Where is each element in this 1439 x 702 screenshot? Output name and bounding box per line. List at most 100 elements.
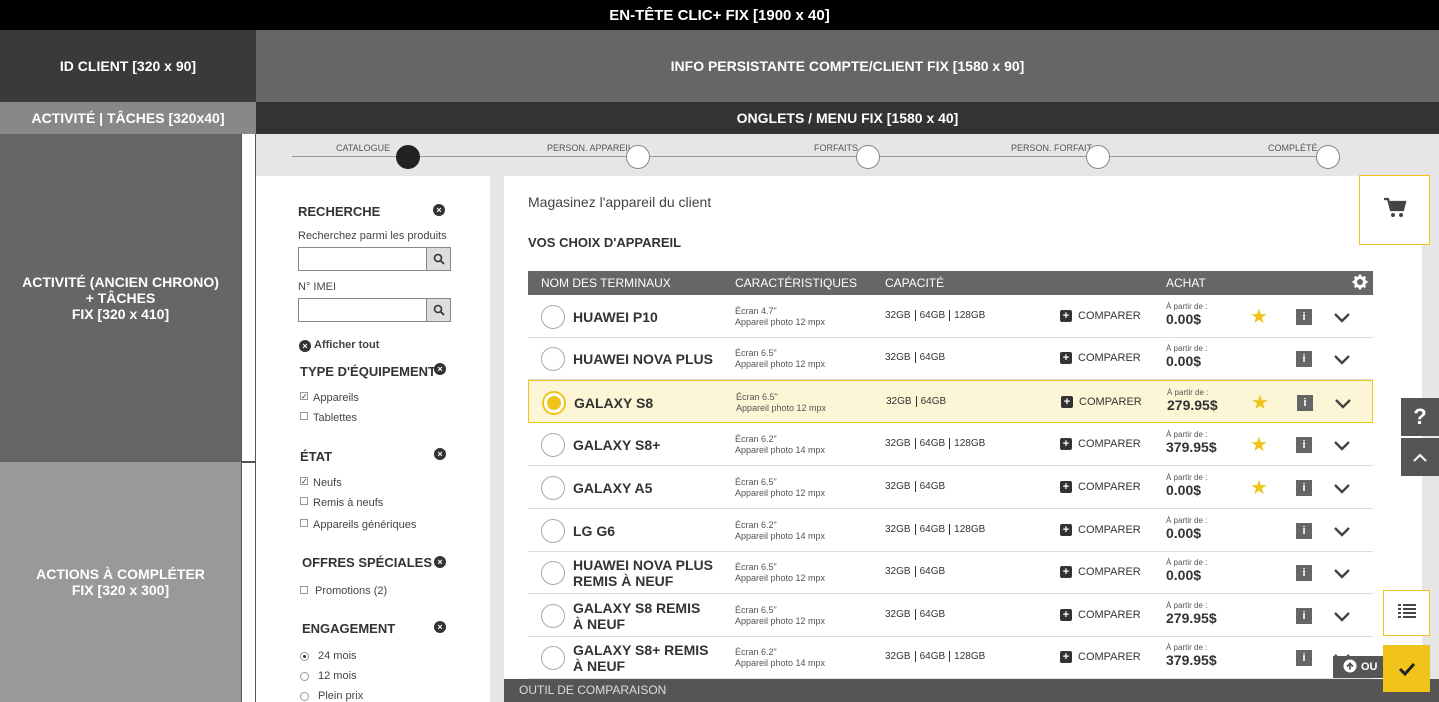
star-icon[interactable]: ★: [1250, 432, 1268, 457]
step-person-forfait[interactable]: [1086, 145, 1110, 169]
compare-button[interactable]: + COMPARER: [1060, 310, 1141, 322]
checkbox-tablettes[interactable]: [300, 412, 308, 420]
clear-equipment-icon[interactable]: ×: [434, 363, 446, 375]
imei-search-icon[interactable]: [426, 299, 450, 321]
chevron-down-icon[interactable]: [1334, 481, 1350, 497]
compare-button[interactable]: + COMPARER: [1060, 352, 1141, 364]
table-row[interactable]: HUAWEI NOVA PLUS Écran 6.5" Appareil photo…: [528, 338, 1373, 380]
row-select-radio[interactable]: [541, 561, 565, 585]
capacity-option[interactable]: 64GB: [920, 524, 946, 535]
capacity-option[interactable]: 32GB: [885, 566, 911, 577]
clear-offers-icon[interactable]: ×: [434, 556, 446, 568]
capacity-option[interactable]: 64GB: [920, 352, 946, 363]
table-row[interactable]: LG G6 Écran 6.2" Appareil photo 14 mpx 32GB…: [528, 509, 1373, 552]
capacity-option[interactable]: 64GB: [920, 651, 946, 662]
show-all-link[interactable]: Afficher tout: [314, 339, 379, 351]
capacity-option[interactable]: 64GB: [921, 396, 947, 407]
info-icon[interactable]: i: [1296, 480, 1312, 496]
info-icon[interactable]: i: [1296, 351, 1312, 367]
capacity-option[interactable]: 64GB: [920, 566, 946, 577]
capacity-option[interactable]: 32GB: [885, 352, 911, 363]
info-icon[interactable]: i: [1296, 523, 1312, 539]
table-row[interactable]: GALAXY S8 REMIS À NEUF Écran 6.5" Appareil …: [528, 594, 1373, 637]
step-complete[interactable]: [1316, 145, 1340, 169]
info-icon[interactable]: i: [1296, 650, 1312, 666]
compare-button[interactable]: + COMPARER: [1060, 438, 1141, 450]
clear-state-icon[interactable]: ×: [434, 448, 446, 460]
chevron-down-icon[interactable]: [1334, 566, 1350, 582]
activity-tasks-tab[interactable]: ACTIVITÉ | TÂCHES [320x40]: [0, 102, 256, 134]
table-row[interactable]: HUAWEI NOVA PLUS REMIS À NEUF Écran 6.5" Ap…: [528, 552, 1373, 594]
clear-engagement-icon[interactable]: ×: [434, 621, 446, 633]
row-select-radio[interactable]: [541, 646, 565, 670]
capacity-option[interactable]: 32GB: [886, 396, 912, 407]
info-icon[interactable]: i: [1296, 608, 1312, 624]
capacity-option[interactable]: 128GB: [954, 651, 985, 662]
compare-button[interactable]: + COMPARER: [1060, 651, 1141, 663]
info-icon[interactable]: i: [1296, 565, 1312, 581]
info-icon[interactable]: i: [1296, 309, 1312, 325]
compare-button[interactable]: + COMPARER: [1060, 524, 1141, 536]
show-all-icon[interactable]: ×: [299, 340, 311, 352]
checkbox-remis-a-neufs[interactable]: [300, 497, 308, 505]
table-row[interactable]: GALAXY A5 Écran 6.5" Appareil photo 12 mpx…: [528, 466, 1373, 509]
capacity-option[interactable]: 32GB: [885, 651, 911, 662]
product-search-input[interactable]: [298, 247, 451, 271]
settings-gear-icon[interactable]: [1352, 274, 1368, 293]
capacity-option[interactable]: 64GB: [920, 609, 946, 620]
step-forfaits[interactable]: [856, 145, 880, 169]
compare-tool-bar[interactable]: OUTIL DE COMPARAISON: [504, 679, 1439, 702]
chevron-down-icon[interactable]: [1334, 352, 1350, 368]
table-row[interactable]: HUAWEI P10 Écran 4.7" Appareil photo 12 mp…: [528, 295, 1373, 338]
info-icon[interactable]: i: [1296, 437, 1312, 453]
star-icon[interactable]: ★: [1250, 475, 1268, 500]
row-select-radio[interactable]: [541, 519, 565, 543]
row-select-radio[interactable]: [541, 347, 565, 371]
list-view-button[interactable]: [1383, 590, 1430, 636]
scroll-top-button[interactable]: [1401, 438, 1439, 476]
chevron-down-icon[interactable]: [1334, 438, 1350, 454]
capacity-option[interactable]: 32GB: [885, 524, 911, 535]
row-select-radio[interactable]: [541, 604, 565, 628]
capacity-option[interactable]: 32GB: [885, 310, 911, 321]
row-select-radio[interactable]: [541, 476, 565, 500]
radio-plein-prix[interactable]: [300, 692, 309, 701]
chevron-down-icon[interactable]: [1335, 396, 1351, 412]
row-select-radio[interactable]: [541, 433, 565, 457]
capacity-option[interactable]: 128GB: [954, 310, 985, 321]
capacity-option[interactable]: 128GB: [954, 524, 985, 535]
table-row[interactable]: GALAXY S8 Écran 6.5" Appareil photo 12 mpx…: [528, 380, 1373, 423]
checkbox-appareils[interactable]: ✓: [300, 392, 308, 401]
tabs-menu[interactable]: ONGLETS / MENU FIX [1580 x 40]: [256, 102, 1439, 134]
table-row[interactable]: GALAXY S8+ Écran 6.2" Appareil photo 14 mp…: [528, 423, 1373, 466]
ou-button[interactable]: OU: [1333, 656, 1383, 678]
capacity-option[interactable]: 32GB: [885, 481, 911, 492]
info-icon[interactable]: i: [1297, 395, 1313, 411]
chevron-down-icon[interactable]: [1334, 609, 1350, 625]
step-person-appareil[interactable]: [626, 145, 650, 169]
chevron-down-icon[interactable]: [1334, 310, 1350, 326]
row-select-radio[interactable]: [541, 305, 565, 329]
help-button[interactable]: ?: [1401, 398, 1439, 436]
checkbox-promotions[interactable]: [300, 586, 308, 594]
step-catalogue[interactable]: [396, 145, 420, 169]
table-row[interactable]: GALAXY S8+ REMIS À NEUF Écran 6.2" Appareil…: [528, 637, 1373, 679]
imei-search-input[interactable]: [298, 298, 451, 322]
clear-search-icon[interactable]: ×: [433, 204, 445, 216]
chevron-down-icon[interactable]: [1334, 524, 1350, 540]
capacity-option[interactable]: 32GB: [885, 438, 911, 449]
confirm-button[interactable]: [1383, 645, 1430, 692]
checkbox-appareils-generiques[interactable]: [300, 519, 308, 527]
capacity-option[interactable]: 32GB: [885, 609, 911, 620]
compare-button[interactable]: + COMPARER: [1060, 609, 1141, 621]
cart-button[interactable]: [1359, 175, 1430, 245]
compare-button[interactable]: + COMPARER: [1061, 396, 1142, 408]
compare-button[interactable]: + COMPARER: [1060, 566, 1141, 578]
row-select-radio[interactable]: [542, 391, 566, 415]
star-icon[interactable]: ★: [1250, 304, 1268, 329]
checkbox-neufs[interactable]: ✓: [300, 477, 308, 486]
radio-24-mois[interactable]: [300, 652, 309, 661]
capacity-option[interactable]: 128GB: [954, 438, 985, 449]
compare-button[interactable]: + COMPARER: [1060, 481, 1141, 493]
capacity-option[interactable]: 64GB: [920, 481, 946, 492]
